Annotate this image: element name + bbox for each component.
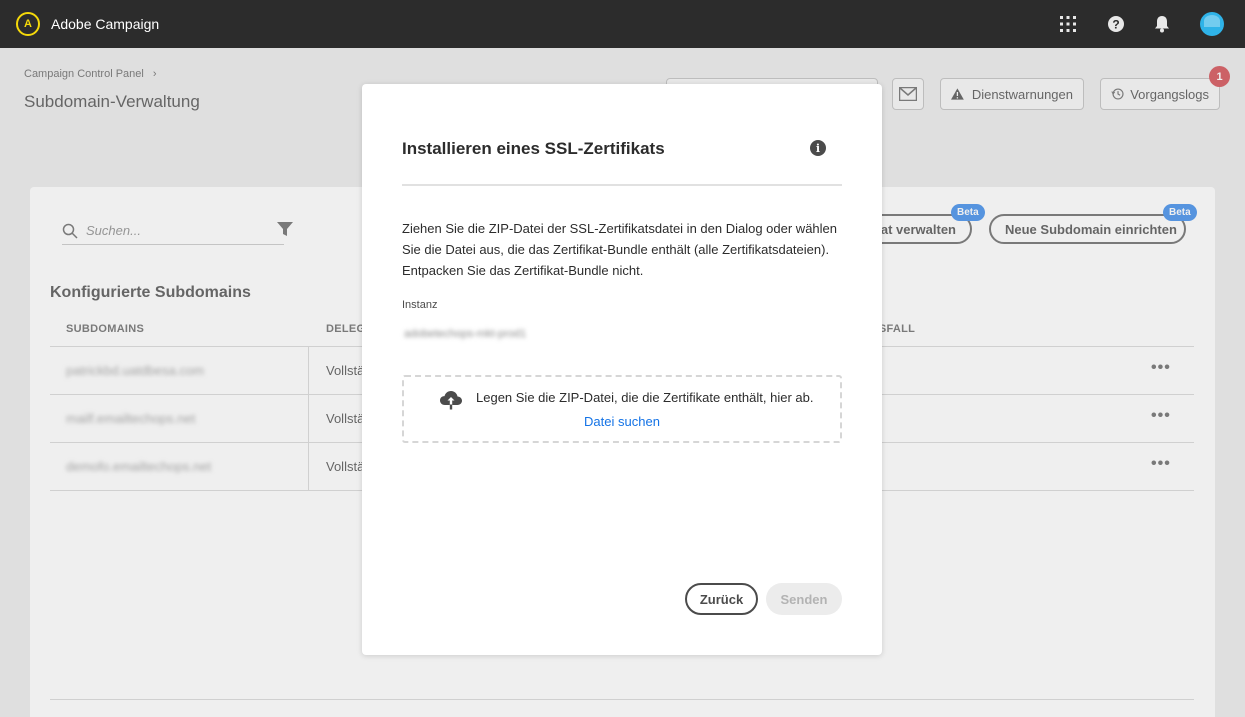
avatar[interactable] [1200, 12, 1224, 36]
help-icon[interactable]: ? [1106, 14, 1126, 34]
instance-label: Instanz [402, 299, 438, 311]
back-button[interactable]: Zurück [685, 583, 758, 615]
info-icon[interactable]: i [810, 140, 826, 156]
adobe-campaign-logo[interactable]: A [16, 12, 40, 36]
install-ssl-certificate-dialog: Installieren eines SSL-Zertifikats i Zie… [362, 84, 882, 655]
instance-value: adobetechops-mkt-prod1 [404, 328, 527, 340]
svg-text:?: ? [1112, 18, 1119, 32]
file-drop-zone[interactable]: Legen Sie die ZIP-Datei, die die Zertifi… [402, 375, 842, 443]
browse-file-link-text[interactable]: Datei suchen [584, 414, 660, 429]
top-bar: A Adobe Campaign ? [0, 0, 1245, 48]
apps-grid-icon[interactable] [1058, 14, 1078, 34]
cloud-upload-icon [440, 391, 462, 410]
dialog-title: Installieren eines SSL-Zertifikats [402, 139, 665, 158]
dialog-divider [402, 184, 842, 186]
drop-instruction: Legen Sie die ZIP-Datei, die die Zertifi… [476, 390, 814, 405]
send-button[interactable]: Senden [766, 583, 842, 615]
dialog-description: Ziehen Sie die ZIP-Datei der SSL-Zertifi… [402, 221, 838, 278]
app-title[interactable]: Adobe Campaign [51, 16, 159, 32]
browse-file-link: Datei suchen [404, 414, 840, 429]
bell-icon[interactable] [1152, 14, 1172, 34]
logo-glyph: A [24, 18, 32, 30]
